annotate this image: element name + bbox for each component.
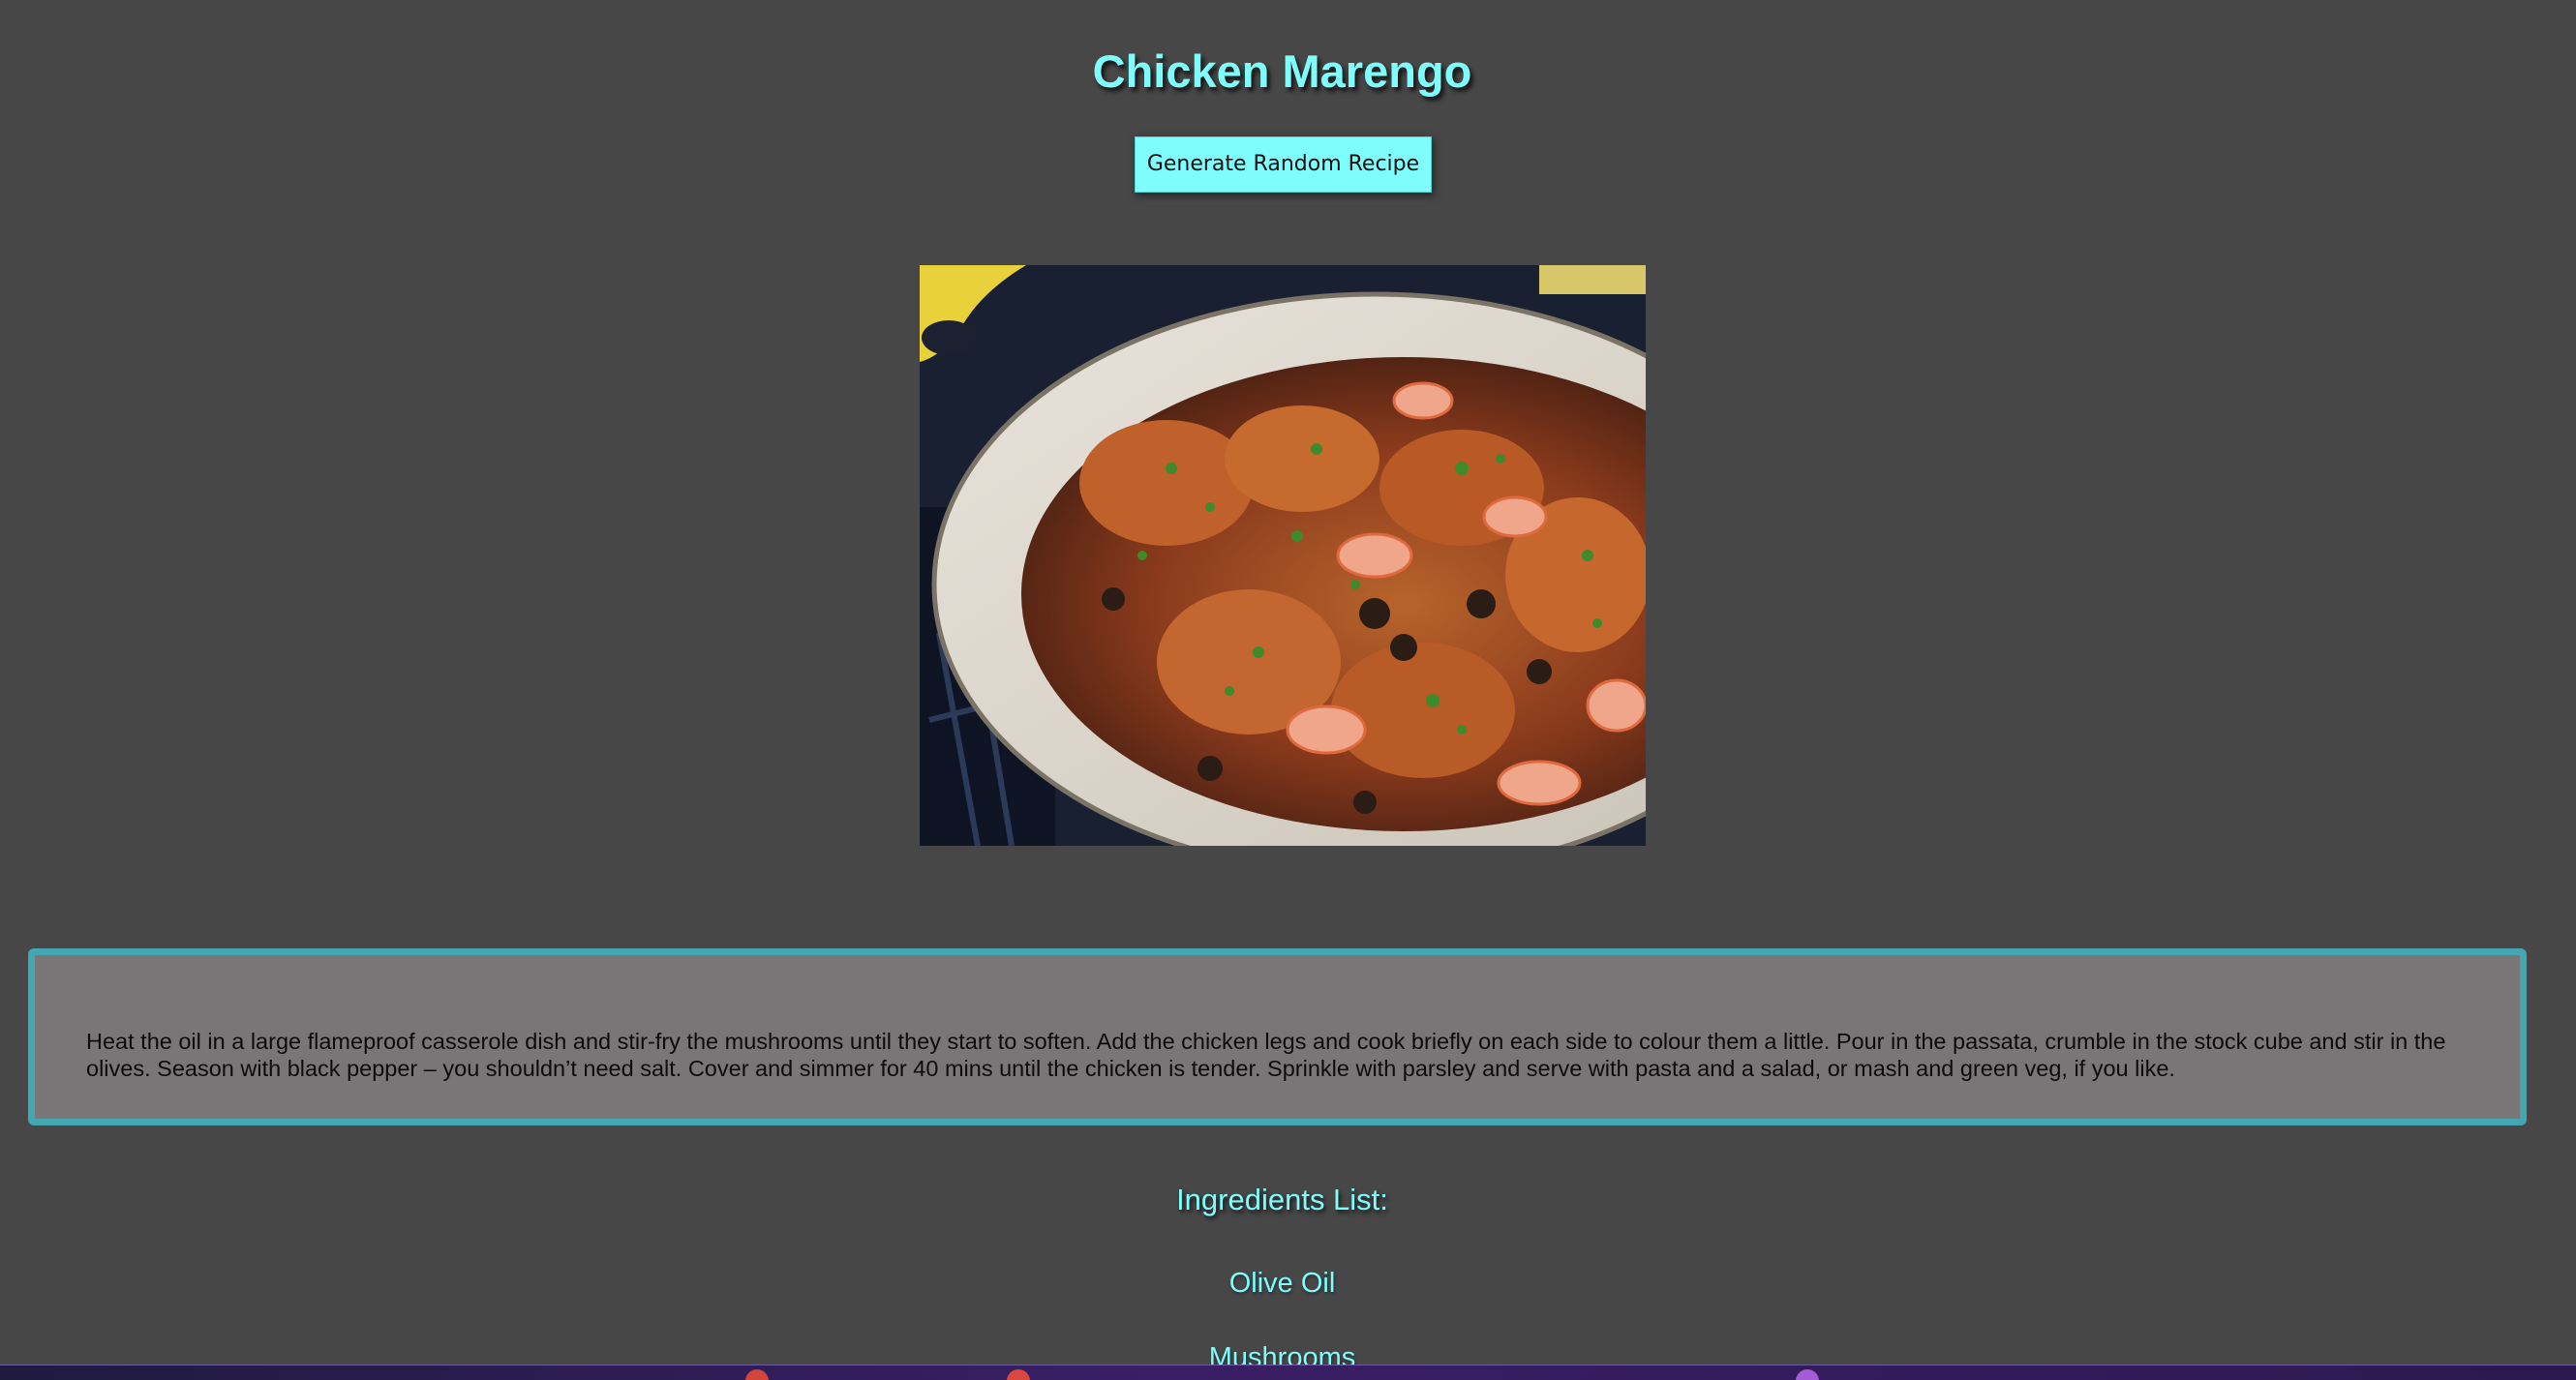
recipe-page: Chicken Marengo Generate Random Recipe H… xyxy=(0,0,2576,1380)
recipe-title: Chicken Marengo xyxy=(1092,45,1472,97)
recipe-instructions: Heat the oil in a large flameproof casse… xyxy=(28,948,2527,1125)
list-item: Olive Oil xyxy=(1228,1268,1336,1299)
dock-app-icon[interactable] xyxy=(1796,1369,1819,1380)
dock-app-icon[interactable] xyxy=(1007,1369,1030,1380)
generate-random-recipe-button[interactable]: Generate Random Recipe xyxy=(1135,136,1432,193)
ingredients-list: Olive Oil Mushrooms xyxy=(0,1264,2564,1380)
dock-app-icon[interactable] xyxy=(745,1369,769,1380)
ingredients-heading: Ingredients List: xyxy=(1176,1183,1388,1216)
os-dock xyxy=(0,1365,2576,1380)
recipe-image xyxy=(920,265,1646,846)
